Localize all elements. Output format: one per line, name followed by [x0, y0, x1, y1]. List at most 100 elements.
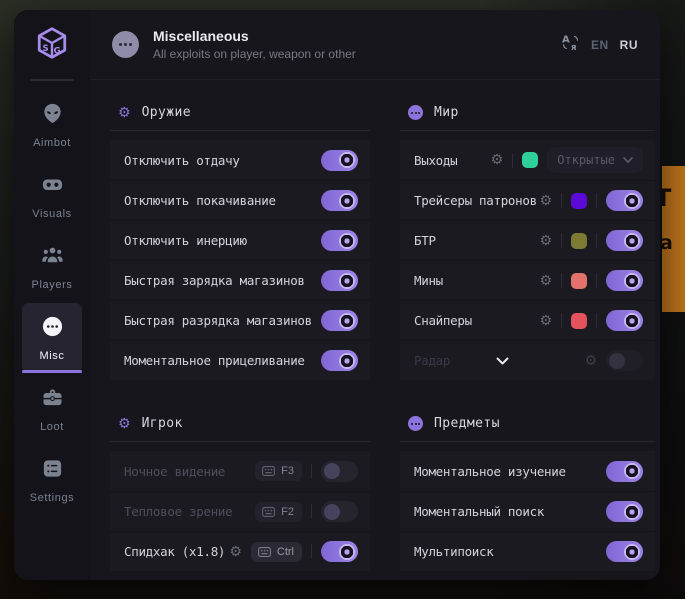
row-list: Моментальное изучение Моментальный поиск…	[400, 451, 655, 571]
divider	[596, 193, 597, 208]
color-swatch[interactable]	[571, 193, 587, 209]
toggle-row: Отключить покачивание	[110, 180, 370, 220]
keybind-label: F3	[281, 465, 294, 477]
toggle-switch[interactable]	[321, 541, 358, 562]
toggle-knob	[624, 193, 640, 209]
sidebar-item-misc[interactable]: Misc	[22, 303, 82, 373]
divider	[110, 130, 370, 131]
exits-dropdown[interactable]: Открытые	[547, 147, 643, 173]
keyboard-icon	[258, 547, 271, 557]
toggle-switch[interactable]	[321, 190, 358, 211]
section-title: Оружие	[142, 105, 191, 120]
toggle-switch[interactable]	[606, 190, 643, 211]
gear-icon[interactable]: ⚙	[229, 545, 242, 559]
cheat-menu-window: S G Aimbot	[14, 10, 660, 580]
toggle-switch[interactable]	[606, 541, 643, 562]
chevron-down-icon	[623, 157, 633, 163]
toggle-switch[interactable]	[606, 270, 643, 291]
toggle-knob	[324, 504, 340, 520]
keybind-label: Ctrl	[277, 546, 294, 558]
app-logo-icon: S G	[35, 25, 69, 66]
game-screen: T a S G	[0, 0, 685, 599]
color-swatch[interactable]	[571, 313, 587, 329]
briefcase-icon	[41, 386, 64, 414]
gear-icon[interactable]: ⚙	[491, 153, 504, 167]
gear-icon: ⚙	[118, 106, 131, 120]
sidebar-item-loot[interactable]: Loot	[22, 374, 82, 444]
toggle-knob	[339, 233, 355, 249]
row-label: Быстрая разрядка магазинов	[124, 313, 321, 328]
toggle-switch[interactable]	[321, 350, 358, 371]
sidebar-item-label: Loot	[40, 421, 64, 433]
dropdown-row: Выходы ⚙ Открытые	[400, 140, 655, 180]
toggle-row: Снайперы ⚙	[400, 300, 655, 340]
keyboard-icon	[262, 466, 275, 476]
toggle-switch[interactable]	[606, 501, 643, 522]
row-list: Ночное видение F3	[110, 451, 370, 571]
toggle-switch[interactable]	[321, 461, 358, 482]
keybind-badge[interactable]: Ctrl	[251, 542, 302, 562]
divider	[561, 273, 562, 288]
alien-icon	[41, 102, 64, 130]
toggle-knob	[339, 193, 355, 209]
divider	[596, 313, 597, 328]
row-label: Мины	[414, 273, 539, 288]
sidebar-item-aimbot[interactable]: Aimbot	[22, 90, 82, 160]
color-swatch[interactable]	[571, 273, 587, 289]
chevron-down-icon[interactable]	[496, 357, 509, 365]
right-column: Мир Выходы ⚙ Откр	[400, 96, 655, 571]
divider	[561, 193, 562, 208]
ellipsis-circle-icon	[408, 416, 423, 431]
toggle-switch[interactable]	[321, 230, 358, 251]
expandable-row: Радар ⚙	[400, 340, 655, 380]
toggle-knob	[339, 353, 355, 369]
section-header: ⚙ Игрок	[110, 407, 370, 441]
gear-icon[interactable]: ⚙	[539, 194, 552, 208]
gear-icon[interactable]: ⚙	[539, 314, 552, 328]
toggle-knob	[624, 504, 640, 520]
toggle-row: Моментальное изучение	[400, 451, 655, 491]
toggle-switch[interactable]	[606, 461, 643, 482]
game-banner-glyph: T	[662, 184, 671, 212]
sidebar-item-visuals[interactable]: Visuals	[22, 161, 82, 231]
gear-icon[interactable]: ⚙	[539, 234, 552, 248]
lang-ru-button[interactable]: RU	[620, 38, 638, 52]
sidebar-item-players[interactable]: Players	[22, 232, 82, 302]
sidebar-divider	[30, 79, 74, 81]
row-label: Моментальное изучение	[414, 464, 606, 479]
toggle-row: Мины ⚙	[400, 260, 655, 300]
toggle-knob	[339, 273, 355, 289]
sidebar-item-label: Players	[32, 279, 73, 291]
keybind-badge[interactable]: F3	[255, 461, 302, 481]
row-label: Отключить инерцию	[124, 233, 321, 248]
row-label: Моментальный поиск	[414, 504, 606, 519]
section-header: Мир	[400, 96, 655, 130]
toggle-switch[interactable]	[321, 501, 358, 522]
keybind-badge[interactable]: F2	[255, 502, 302, 522]
color-swatch[interactable]	[522, 152, 538, 168]
section-world: Мир Выходы ⚙ Откр	[400, 96, 655, 380]
svg-text:S: S	[42, 44, 48, 54]
lang-en-button[interactable]: EN	[591, 38, 609, 52]
row-label: Трейсеры патронов	[414, 193, 539, 208]
svg-text:я: я	[571, 43, 576, 52]
sidebar-item-settings[interactable]: Settings	[22, 445, 82, 515]
section-items: Предметы Моментальное изучение Моменталь…	[400, 407, 655, 571]
toggle-switch[interactable]	[321, 270, 358, 291]
section-header: ⚙ Оружие	[110, 96, 370, 130]
sidebar: S G Aimbot	[14, 10, 90, 580]
divider	[311, 464, 312, 479]
toggle-row: Тепловое зрение F2	[110, 491, 370, 531]
gear-icon[interactable]: ⚙	[539, 274, 552, 288]
toggle-switch[interactable]	[321, 310, 358, 331]
toggle-switch[interactable]	[606, 230, 643, 251]
color-swatch[interactable]	[571, 233, 587, 249]
toggle-switch[interactable]	[606, 350, 643, 371]
sidebar-nav: Aimbot Visuals	[14, 89, 90, 515]
toggle-switch[interactable]	[606, 310, 643, 331]
toggle-row: Отключить отдачу	[110, 140, 370, 180]
page-subtitle: All exploits on player, weapon or other	[153, 47, 561, 61]
toggle-switch[interactable]	[321, 150, 358, 171]
divider	[512, 153, 513, 168]
gear-icon[interactable]: ⚙	[584, 354, 597, 368]
